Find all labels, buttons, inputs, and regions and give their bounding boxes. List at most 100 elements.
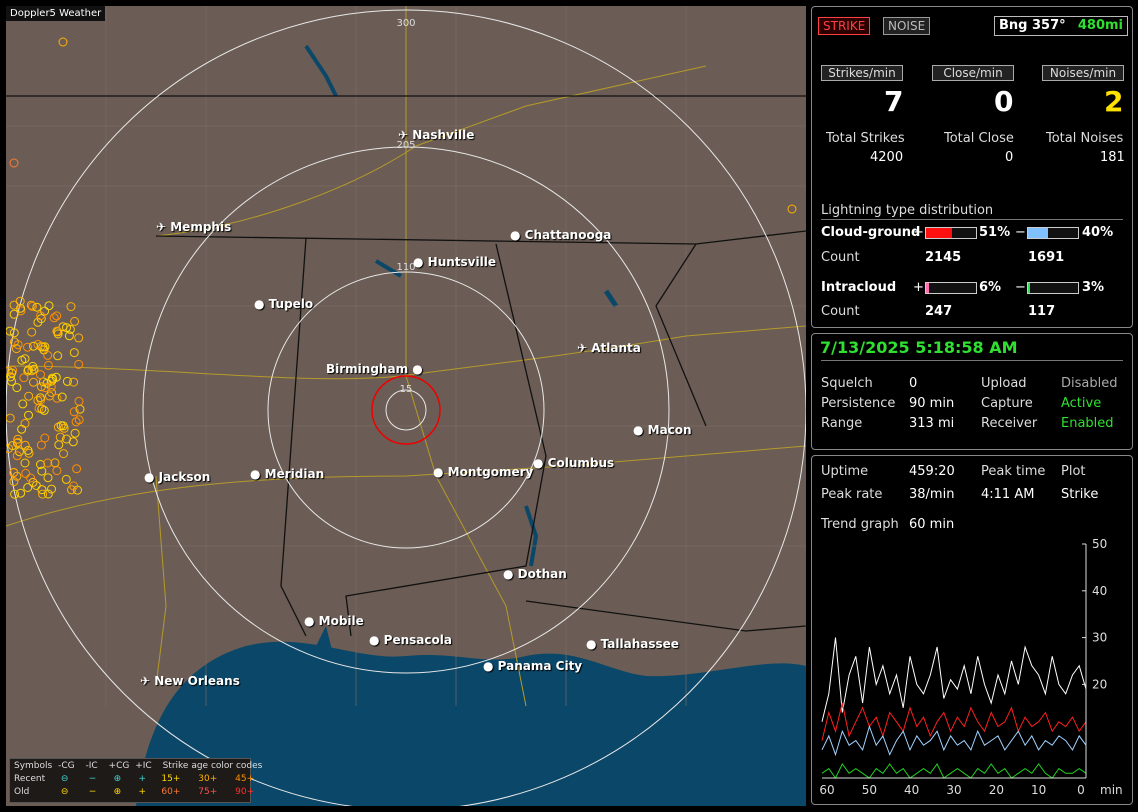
strike-symbol [43,350,53,360]
ic-neg-pct: 3% [1082,280,1105,295]
x-tick-label: 60 [819,783,834,797]
city-nashville[interactable]: ✈ Nashville [398,128,474,142]
city-label: Panama City [497,659,583,673]
cg-pos-bar-fill [926,228,952,238]
legend-neg-cg: -CG [58,761,75,771]
city-huntsville[interactable]: ● Huntsville [413,255,496,269]
city-label: Meridian [264,467,325,481]
legend-old-neg-ic-icon: − [88,787,97,797]
city-label: Tupelo [268,297,314,311]
total-strikes-label: Total Strikes [826,131,905,146]
city-tallahassee[interactable]: ● Tallahassee [586,637,679,651]
city-label: Atlanta [591,341,641,355]
strike-symbol [9,309,19,319]
strike-symbol [29,377,38,387]
city-meridian[interactable]: ● Meridian [250,467,324,481]
strike-symbol [23,483,33,492]
strike-symbol [72,464,82,474]
ic-pos-bar [925,282,977,294]
ic-neg-bar [1027,282,1079,294]
strike-symbol [18,399,28,409]
capture-value: Active [1061,396,1102,411]
city-columbus[interactable]: ● Columbus [533,456,614,470]
receiver-label: Receiver [981,416,1038,431]
strike-symbol [52,466,62,476]
legend-header-row: Symbols -CG -IC +CG +IC Strike age color… [14,761,262,771]
peak-rate-label: Peak rate [821,487,883,502]
cg-neg-bar [1027,227,1079,239]
strike-symbol [70,316,80,326]
strike-symbol [50,458,60,468]
city-montgomery[interactable]: ● Montgomery [433,465,533,479]
noises-min-button[interactable]: Noises/min [1042,65,1124,81]
strike-symbol [66,302,76,312]
strike-symbol [21,468,31,478]
strike-symbol [52,311,62,321]
total-close-value: 0 [1005,150,1014,165]
strike-symbol [31,481,41,490]
city-label: Mobile [318,614,364,628]
trend-series-1 [821,702,1087,741]
x-tick-label: 30 [946,783,961,797]
noise-button[interactable]: NOISE [883,17,931,35]
range-value: 480mi [1077,18,1123,33]
city-label: Birmingham [326,362,409,376]
city-birmingham[interactable]: Birmingham ● [326,362,423,376]
legend-old-row: Old ⊖ − ⊕ + 60+ 75+ 90+ [14,787,254,797]
legend-neg-ic: -IC [85,761,98,771]
upload-label: Upload [981,376,1027,391]
strike-stats-panel: STRIKE NOISE Bng 357° 480mi Strikes/min … [811,6,1133,328]
strikes-min-button[interactable]: Strikes/min [821,65,903,81]
peak-time-label: Peak time [981,464,1046,479]
city-mobile[interactable]: ● Mobile [304,614,364,628]
city-label: Montgomery [447,465,534,479]
city-label: Chattanooga [524,228,612,242]
legend-recent-neg-cg-icon: ⊖ [60,774,69,784]
city-memphis[interactable]: ✈ Memphis [156,220,231,234]
status-divider [821,360,1123,361]
strike-cluster [6,296,85,499]
trend-graph-value: 60 min [909,517,955,532]
noises-min-value: 2 [1104,85,1124,118]
close-min-button[interactable]: Close/min [932,65,1014,81]
ring-label-15: 15 [400,384,413,395]
bearing-range-display: Bng 357° 480mi [994,16,1128,36]
strike-button[interactable]: STRIKE [818,17,871,35]
strike-symbol [74,396,84,406]
city-jackson[interactable]: ● Jackson [144,470,210,484]
strike-symbol [61,474,71,484]
strike-symbol [54,440,64,450]
total-close-label: Total Close [944,131,1014,146]
strike-symbol [53,351,63,361]
cg-minus-sign: − [1015,225,1026,240]
ring-label-300: 300 [396,18,415,29]
city-pensacola[interactable]: ● Pensacola [369,633,452,647]
x-axis-unit: min [1100,783,1123,797]
trend-chart: 50 40 30 20 60 50 40 30 20 10 0 min [819,537,1123,797]
strike-symbol [43,458,53,468]
strike-symbol [24,410,33,420]
uptime-label: Uptime [821,464,869,479]
city-macon[interactable]: ● Macon [633,423,692,437]
plot-value[interactable]: Strike [1061,487,1098,502]
ic-pos-pct: 6% [979,280,1002,295]
city-atlanta[interactable]: ✈ Atlanta [577,341,641,355]
city-tupelo[interactable]: ● Tupelo [254,297,313,311]
city-chattanooga[interactable]: ● Chattanooga [510,228,611,242]
strike-symbol [29,341,38,351]
upload-value: Disabled [1061,376,1118,391]
legend-age-label: Strike age color codes [162,761,263,771]
city-panama-city[interactable]: ● Panama City [483,659,582,673]
symbol-legend: Symbols -CG -IC +CG +IC Strike age color… [9,758,262,803]
peak-rate-value: 38/min [909,487,955,502]
city-dothan[interactable]: ● Dothan [503,567,567,581]
city-label: New Orleans [154,674,240,688]
radar-map[interactable]: 300 205 110 15 Doppler5 Weather ✈ Nashvi… [6,6,806,806]
city-new-orleans[interactable]: ✈ New Orleans [140,674,240,688]
city-label: Nashville [412,128,475,142]
strike-symbol [38,489,48,499]
legend-recent-pos-ic-icon: + [138,774,147,784]
legend-old-neg-cg-icon: ⊖ [60,787,69,797]
strike-symbol [52,393,62,403]
legend-pos-cg: +CG [108,761,130,771]
